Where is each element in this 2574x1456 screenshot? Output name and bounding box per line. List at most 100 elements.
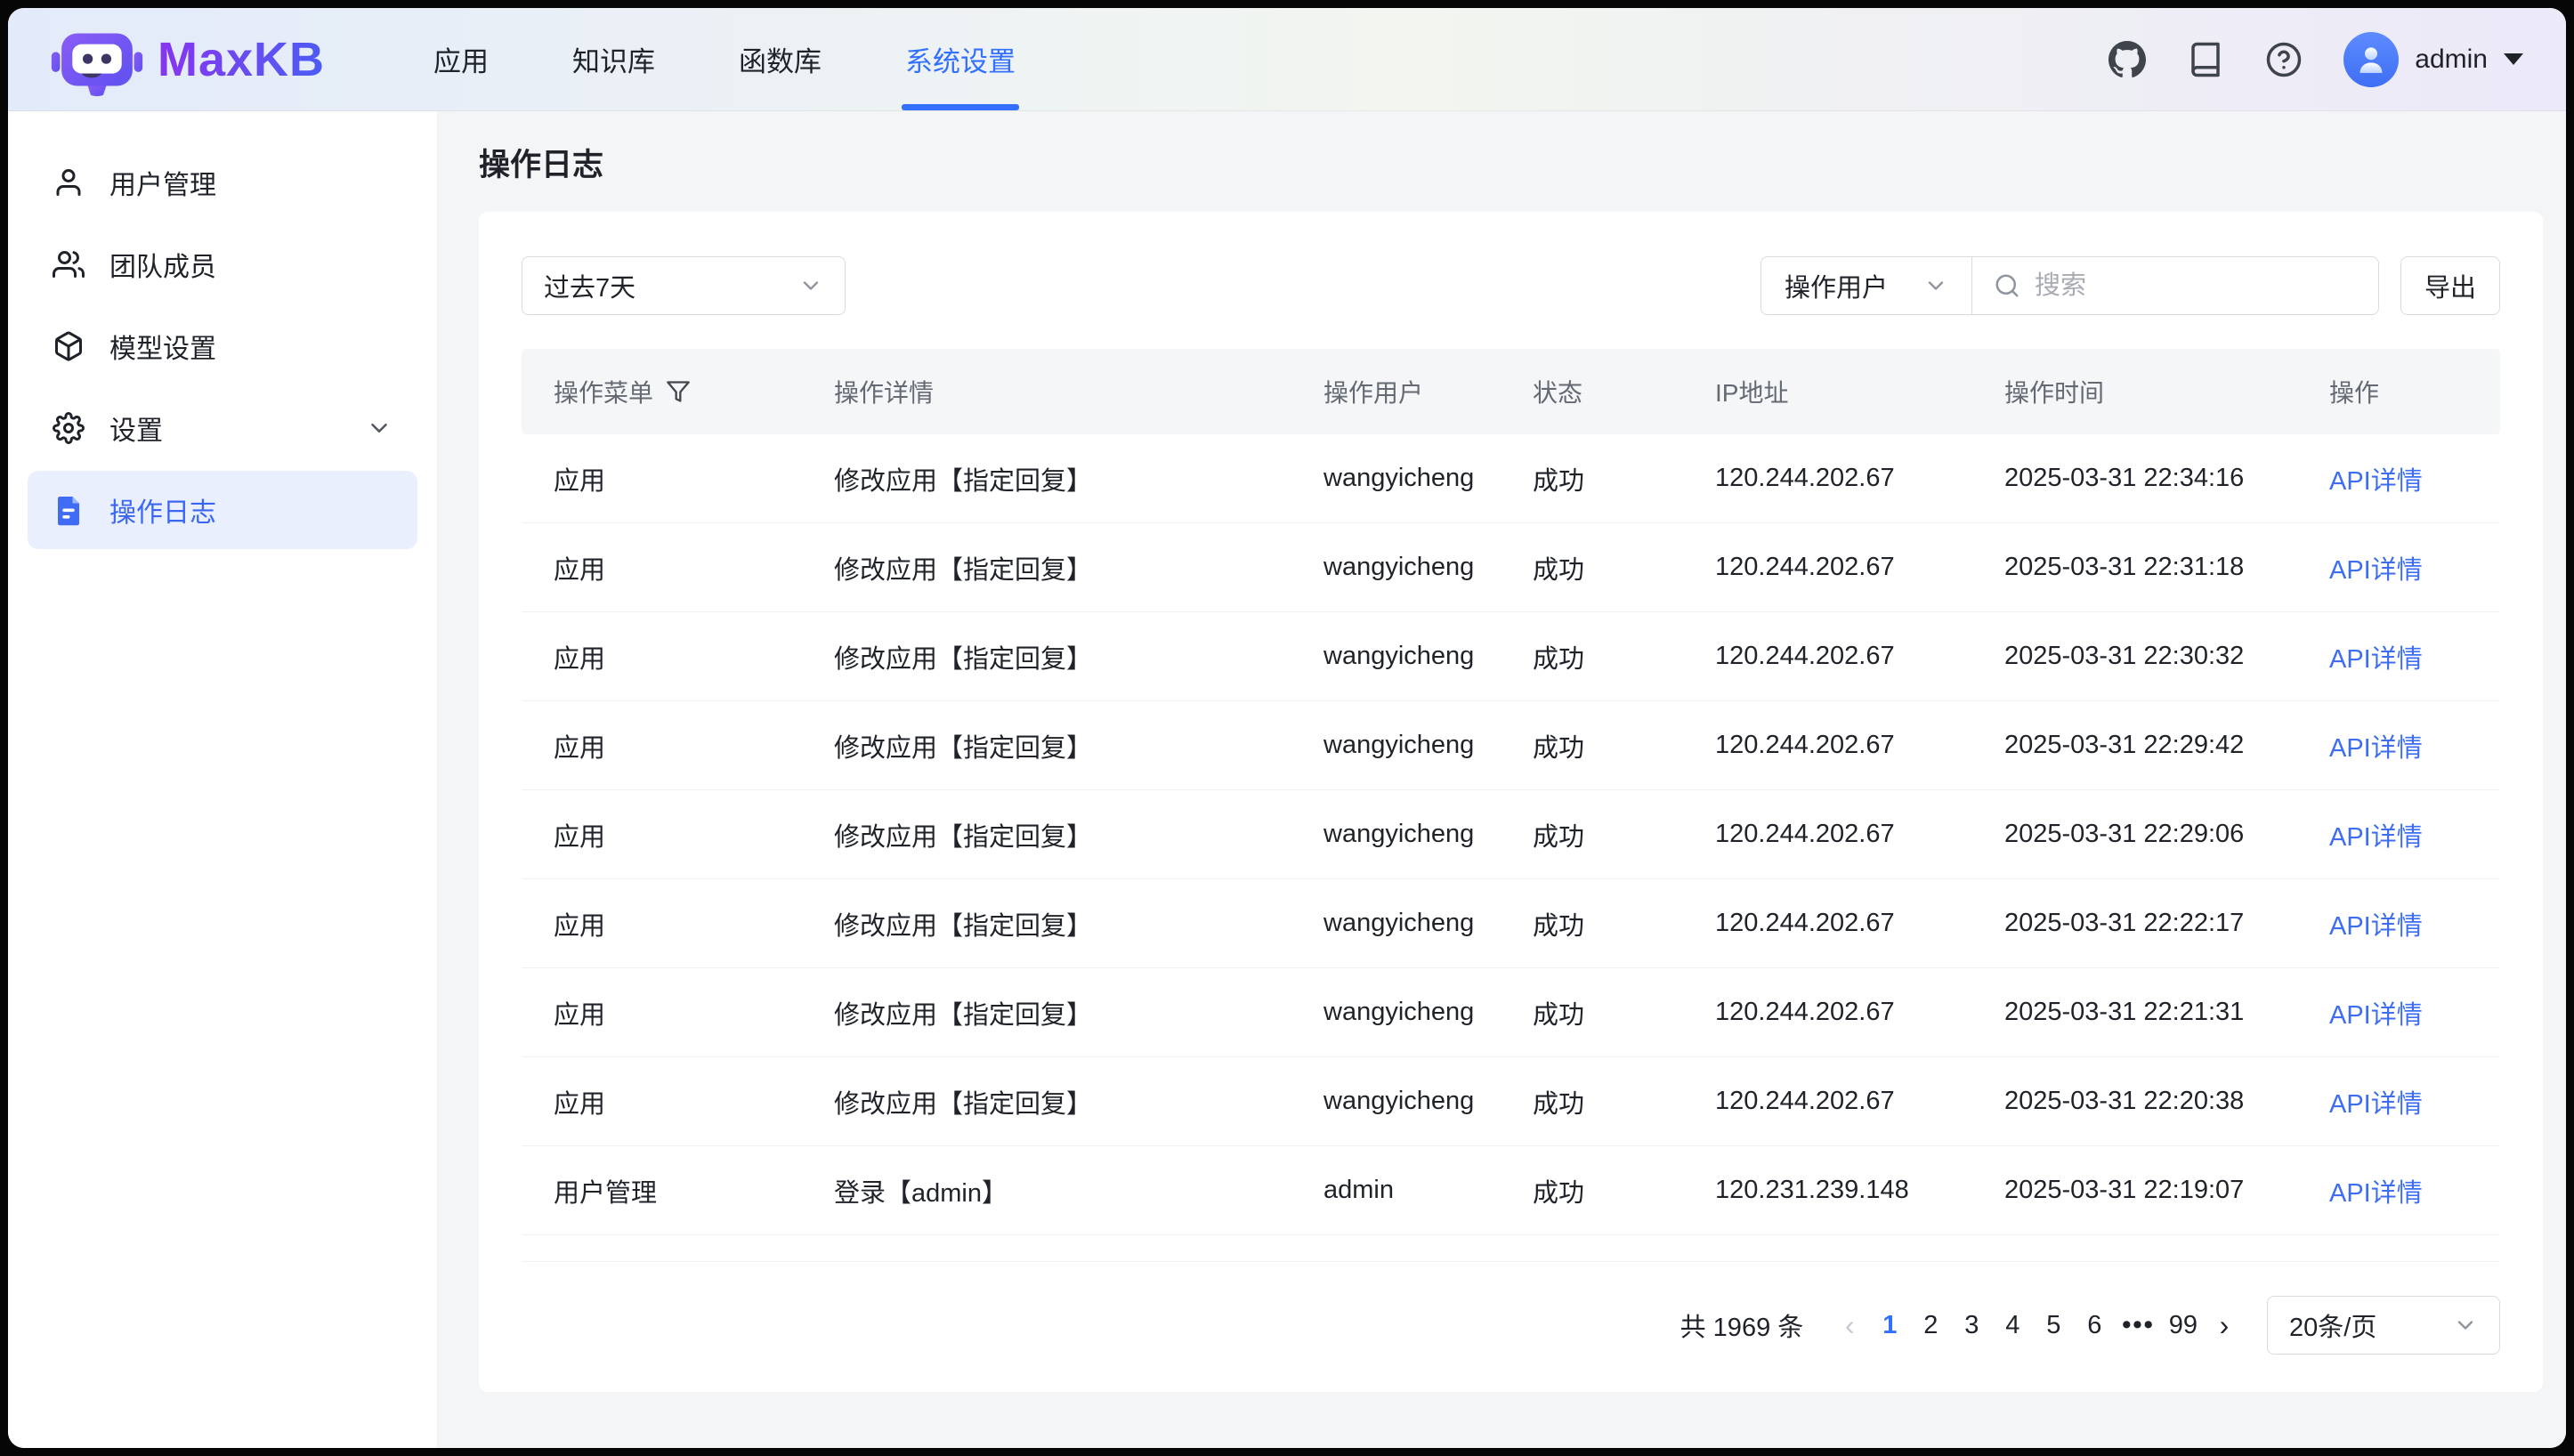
toolbar: 过去7天 操作用户 <box>522 256 2500 315</box>
pagination-ellipsis[interactable]: ••• <box>2115 1298 2161 1352</box>
cell-status: 成功 <box>1501 816 1683 853</box>
pagination-page-4[interactable]: 4 <box>1992 1298 2033 1352</box>
column-header-label: IP地址 <box>1715 374 1788 409</box>
operation-log-table: 操作菜单 操作详情 操作用户 状态 IP地址 操作时间 操作 <box>522 349 2500 1262</box>
pagination-page-1[interactable]: 1 <box>1869 1298 1910 1352</box>
cell-user: wangyicheng <box>1291 820 1501 849</box>
cell-detail: 登录【admin】 <box>802 1172 1291 1209</box>
tab-knowledge-base[interactable]: 知识库 <box>569 8 659 110</box>
page-size-select[interactable]: 20条/页 <box>2267 1296 2500 1355</box>
github-icon[interactable] <box>2109 41 2146 78</box>
cell-time: 2025-03-31 22:30:32 <box>1972 642 2297 671</box>
user-icon <box>53 166 85 198</box>
cell-status: 成功 <box>1501 638 1683 675</box>
cell-menu: 应用 <box>522 460 802 497</box>
cell-ip: 120.244.202.67 <box>1683 553 1972 582</box>
cell-ip: 120.244.202.67 <box>1683 642 1972 671</box>
api-detail-link[interactable]: API详情 <box>2329 1090 2423 1119</box>
search-input[interactable] <box>2035 271 2357 301</box>
cell-menu: 应用 <box>522 905 802 942</box>
cell-user: wangyicheng <box>1291 909 1501 938</box>
table-footer-line <box>522 1235 2500 1262</box>
caret-down-icon <box>2504 53 2523 65</box>
api-detail-link[interactable]: API详情 <box>2329 734 2423 763</box>
api-detail-link[interactable]: API详情 <box>2329 645 2423 674</box>
sidebar-item-operation-log[interactable]: 操作日志 <box>28 471 417 549</box>
cell-action: API详情 <box>2297 1083 2500 1120</box>
pagination-prev-icon[interactable]: ‹ <box>1830 1309 1869 1342</box>
cell-time: 2025-03-31 22:34:16 <box>1972 464 2297 493</box>
robot-logo-icon <box>51 20 143 99</box>
api-detail-link[interactable]: API详情 <box>2329 467 2423 496</box>
user-name: admin <box>2415 44 2488 75</box>
help-icon[interactable] <box>2265 41 2303 78</box>
table-header: 操作菜单 操作详情 操作用户 状态 IP地址 操作时间 操作 <box>522 349 2500 434</box>
chevron-down-icon <box>798 273 823 298</box>
pagination-page-99[interactable]: 99 <box>2162 1298 2205 1352</box>
cell-status: 成功 <box>1501 549 1683 586</box>
table-body: 应用 修改应用【指定回复】 wangyicheng 成功 120.244.202… <box>522 434 2500 1235</box>
sidebar-item-settings[interactable]: 设置 <box>28 389 417 467</box>
pagination-page-2[interactable]: 2 <box>1910 1298 1951 1352</box>
cell-time: 2025-03-31 22:29:06 <box>1972 820 2297 849</box>
column-header-status: 状态 <box>1501 374 1683 409</box>
column-header-time: 操作时间 <box>1972 374 2297 409</box>
table-row: 应用 修改应用【指定回复】 wangyicheng 成功 120.244.202… <box>522 1057 2500 1146</box>
pagination-next-icon[interactable]: › <box>2205 1309 2244 1342</box>
pagination-page-5[interactable]: 5 <box>2033 1298 2074 1352</box>
column-header-menu: 操作菜单 <box>522 374 802 409</box>
api-detail-link[interactable]: API详情 <box>2329 823 2423 852</box>
cell-user: wangyicheng <box>1291 553 1501 582</box>
column-header-label: 操作 <box>2329 374 2379 409</box>
tab-function-library[interactable]: 函数库 <box>735 8 825 110</box>
search-field-select[interactable]: 操作用户 <box>1761 267 1971 304</box>
tab-applications[interactable]: 应用 <box>430 8 492 110</box>
docs-book-icon[interactable] <box>2187 41 2224 78</box>
cell-user: wangyicheng <box>1291 731 1501 760</box>
sidebar-item-label: 团队成员 <box>109 245 216 284</box>
date-range-select[interactable]: 过去7天 <box>522 256 846 315</box>
cell-action: API详情 <box>2297 549 2500 586</box>
sidebar-item-label: 操作日志 <box>109 490 216 530</box>
column-header-action: 操作 <box>2297 374 2500 409</box>
sidebar-item-team-members[interactable]: 团队成员 <box>28 225 417 303</box>
model-cube-icon <box>53 330 85 362</box>
search-box <box>1972 271 2378 301</box>
api-detail-link[interactable]: API详情 <box>2329 1179 2423 1208</box>
api-detail-link[interactable]: API详情 <box>2329 912 2423 941</box>
cell-ip: 120.244.202.67 <box>1683 1087 1972 1116</box>
table-row: 应用 修改应用【指定回复】 wangyicheng 成功 120.244.202… <box>522 968 2500 1057</box>
filter-funnel-icon[interactable] <box>666 379 691 404</box>
cell-status: 成功 <box>1501 1083 1683 1120</box>
cell-status: 成功 <box>1501 1172 1683 1209</box>
tab-system-settings[interactable]: 系统设置 <box>902 8 1019 110</box>
pagination-page-3[interactable]: 3 <box>1951 1298 1992 1352</box>
sidebar-item-model-settings[interactable]: 模型设置 <box>28 307 417 385</box>
cell-action: API详情 <box>2297 1172 2500 1209</box>
page-size-value: 20条/页 <box>2289 1306 2376 1344</box>
table-row: 应用 修改应用【指定回复】 wangyicheng 成功 120.244.202… <box>522 434 2500 523</box>
gear-icon <box>53 412 85 444</box>
search-field-value: 操作用户 <box>1785 267 1888 304</box>
api-detail-link[interactable]: API详情 <box>2329 1001 2423 1030</box>
cell-ip: 120.244.202.67 <box>1683 820 1972 849</box>
sidebar-item-user-management[interactable]: 用户管理 <box>28 143 417 222</box>
maxkb-logo[interactable]: MaxKB <box>51 8 325 110</box>
export-button[interactable]: 导出 <box>2400 256 2500 315</box>
table-row: 应用 修改应用【指定回复】 wangyicheng 成功 120.244.202… <box>522 879 2500 968</box>
pagination-page-6[interactable]: 6 <box>2074 1298 2115 1352</box>
cell-time: 2025-03-31 22:20:38 <box>1972 1087 2297 1116</box>
cell-status: 成功 <box>1501 905 1683 942</box>
cell-action: API详情 <box>2297 994 2500 1031</box>
cell-ip: 120.244.202.67 <box>1683 909 1972 938</box>
cell-detail: 修改应用【指定回复】 <box>802 549 1291 586</box>
toolbar-right: 操作用户 导出 <box>1761 256 2500 315</box>
cell-time: 2025-03-31 22:19:07 <box>1972 1176 2297 1205</box>
column-header-label: 状态 <box>1533 374 1582 409</box>
cell-detail: 修改应用【指定回复】 <box>802 727 1291 764</box>
table-row: 应用 修改应用【指定回复】 wangyicheng 成功 120.244.202… <box>522 790 2500 879</box>
user-menu[interactable]: admin <box>2343 32 2523 87</box>
sidebar-item-label: 设置 <box>109 408 163 448</box>
log-document-icon <box>53 494 85 526</box>
api-detail-link[interactable]: API详情 <box>2329 556 2423 585</box>
